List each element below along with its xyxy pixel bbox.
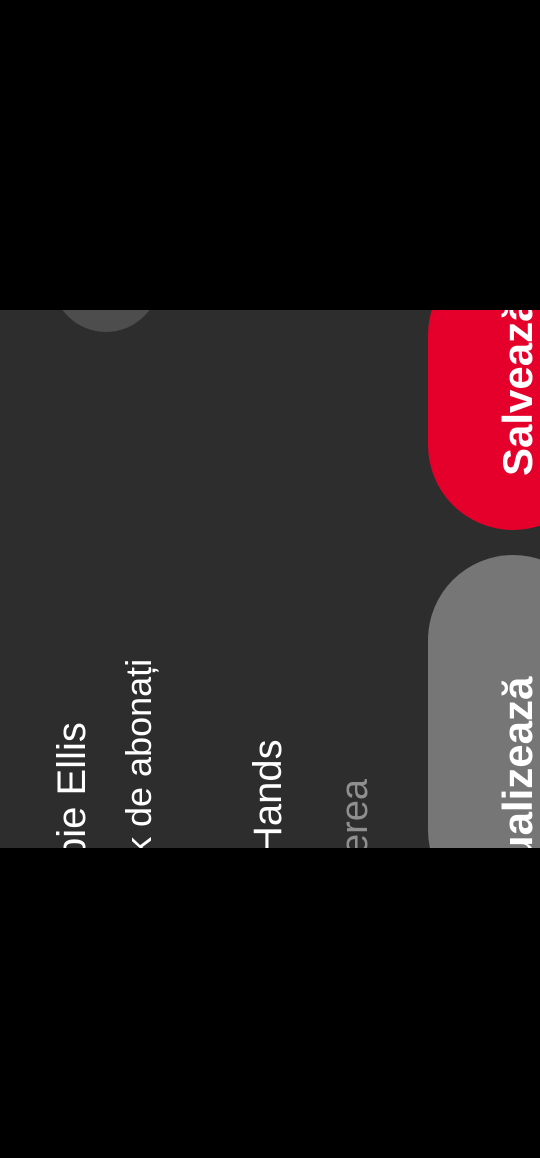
view-button-label: Vizualizează xyxy=(494,676,540,848)
save-button[interactable]: Salvează xyxy=(428,310,540,530)
board-name[interactable]: Hands xyxy=(246,739,291,848)
save-button-label: Salvează xyxy=(494,310,540,476)
hint-text: erea xyxy=(334,778,376,848)
subscriber-count: k de abonați xyxy=(118,658,159,848)
avatar[interactable] xyxy=(52,310,160,332)
pin-details-panel: bie Ellis k de abonați Hands erea Salvea… xyxy=(0,310,540,848)
view-button[interactable]: Vizualizează xyxy=(428,555,540,848)
creator-name[interactable]: bie Ellis xyxy=(50,722,95,848)
